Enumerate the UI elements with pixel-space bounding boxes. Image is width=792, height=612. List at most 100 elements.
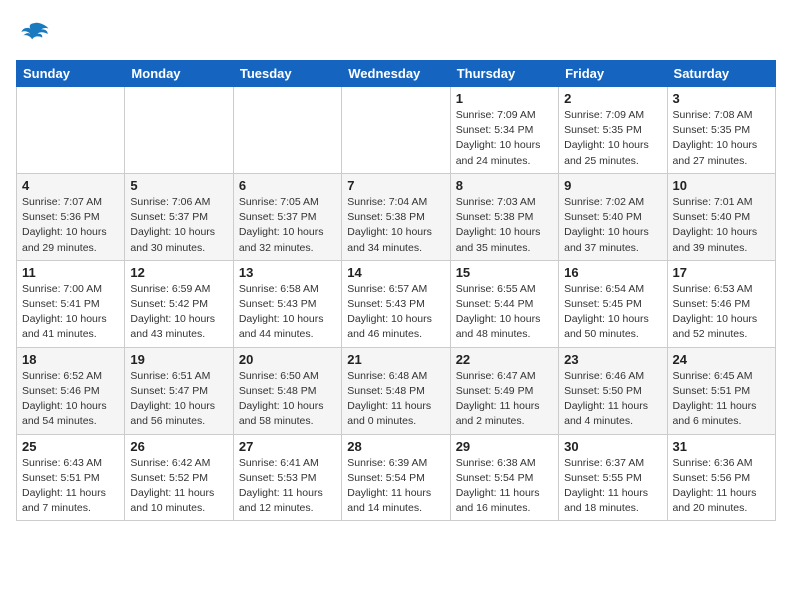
day-number: 1 <box>456 91 553 106</box>
calendar-cell: 23 Sunrise: 6:46 AM Sunset: 5:50 PM Dayli… <box>559 347 667 434</box>
calendar-cell: 15Sunrise: 6:55 AM Sunset: 5:44 PM Dayli… <box>450 260 558 347</box>
day-info: Sunrise: 6:51 AM Sunset: 5:47 PM Dayligh… <box>130 369 227 430</box>
calendar-cell: 6 Sunrise: 7:05 AM Sunset: 5:37 PM Daylig… <box>233 173 341 260</box>
day-number: 25 <box>22 439 119 454</box>
day-info: Sunrise: 7:02 AM Sunset: 5:40 PM Dayligh… <box>564 195 661 256</box>
day-number: 8 <box>456 178 553 193</box>
day-number: 6 <box>239 178 336 193</box>
day-number: 9 <box>564 178 661 193</box>
calendar-cell: 22 Sunrise: 6:47 AM Sunset: 5:49 PM Dayli… <box>450 347 558 434</box>
day-number: 23 <box>564 352 661 367</box>
calendar-week-row: 1 Sunrise: 7:09 AM Sunset: 5:34 PM Daylig… <box>17 87 776 174</box>
day-info: Sunrise: 6:53 AM Sunset: 5:46 PM Dayligh… <box>673 282 770 343</box>
day-number: 31 <box>673 439 770 454</box>
day-info: Sunrise: 6:38 AM Sunset: 5:54 PM Dayligh… <box>456 456 553 517</box>
day-number: 12 <box>130 265 227 280</box>
day-info: Sunrise: 6:43 AM Sunset: 5:51 PM Dayligh… <box>22 456 119 517</box>
day-info: Sunrise: 7:01 AM Sunset: 5:40 PM Dayligh… <box>673 195 770 256</box>
day-info: Sunrise: 6:46 AM Sunset: 5:50 PM Dayligh… <box>564 369 661 430</box>
weekday-header-row: SundayMondayTuesdayWednesdayThursdayFrid… <box>17 61 776 87</box>
calendar-cell: 19 Sunrise: 6:51 AM Sunset: 5:47 PM Dayli… <box>125 347 233 434</box>
day-info: Sunrise: 6:39 AM Sunset: 5:54 PM Dayligh… <box>347 456 444 517</box>
calendar-cell: 5Sunrise: 7:06 AM Sunset: 5:37 PM Daylig… <box>125 173 233 260</box>
weekday-header-thursday: Thursday <box>450 61 558 87</box>
calendar-week-row: 4Sunrise: 7:07 AM Sunset: 5:36 PM Daylig… <box>17 173 776 260</box>
day-info: Sunrise: 7:05 AM Sunset: 5:37 PM Dayligh… <box>239 195 336 256</box>
calendar-cell: 24 Sunrise: 6:45 AM Sunset: 5:51 PM Dayli… <box>667 347 775 434</box>
day-info: Sunrise: 6:57 AM Sunset: 5:43 PM Dayligh… <box>347 282 444 343</box>
day-info: Sunrise: 6:41 AM Sunset: 5:53 PM Dayligh… <box>239 456 336 517</box>
calendar-cell: 20 Sunrise: 6:50 AM Sunset: 5:48 PM Dayli… <box>233 347 341 434</box>
logo-bird-icon <box>16 16 52 52</box>
day-info: Sunrise: 7:03 AM Sunset: 5:38 PM Dayligh… <box>456 195 553 256</box>
page-header <box>16 16 776 52</box>
day-info: Sunrise: 6:42 AM Sunset: 5:52 PM Dayligh… <box>130 456 227 517</box>
calendar-cell: 13 Sunrise: 6:58 AM Sunset: 5:43 PM Dayli… <box>233 260 341 347</box>
day-info: Sunrise: 7:07 AM Sunset: 5:36 PM Dayligh… <box>22 195 119 256</box>
calendar-cell: 14 Sunrise: 6:57 AM Sunset: 5:43 PM Dayli… <box>342 260 450 347</box>
calendar-cell: 11 Sunrise: 7:00 AM Sunset: 5:41 PM Dayli… <box>17 260 125 347</box>
day-info: Sunrise: 6:59 AM Sunset: 5:42 PM Dayligh… <box>130 282 227 343</box>
calendar-cell: 27 Sunrise: 6:41 AM Sunset: 5:53 PM Dayli… <box>233 434 341 521</box>
day-number: 5 <box>130 178 227 193</box>
weekday-header-friday: Friday <box>559 61 667 87</box>
day-number: 17 <box>673 265 770 280</box>
calendar-cell: 8 Sunrise: 7:03 AM Sunset: 5:38 PM Daylig… <box>450 173 558 260</box>
day-number: 24 <box>673 352 770 367</box>
day-number: 13 <box>239 265 336 280</box>
day-info: Sunrise: 7:04 AM Sunset: 5:38 PM Dayligh… <box>347 195 444 256</box>
day-info: Sunrise: 7:09 AM Sunset: 5:35 PM Dayligh… <box>564 108 661 169</box>
calendar-cell: 31 Sunrise: 6:36 AM Sunset: 5:56 PM Dayli… <box>667 434 775 521</box>
day-number: 22 <box>456 352 553 367</box>
calendar-cell: 21Sunrise: 6:48 AM Sunset: 5:48 PM Dayli… <box>342 347 450 434</box>
day-number: 26 <box>130 439 227 454</box>
weekday-header-tuesday: Tuesday <box>233 61 341 87</box>
day-number: 19 <box>130 352 227 367</box>
calendar-cell: 16Sunrise: 6:54 AM Sunset: 5:45 PM Dayli… <box>559 260 667 347</box>
day-number: 30 <box>564 439 661 454</box>
calendar-cell: 7 Sunrise: 7:04 AM Sunset: 5:38 PM Daylig… <box>342 173 450 260</box>
day-info: Sunrise: 6:36 AM Sunset: 5:56 PM Dayligh… <box>673 456 770 517</box>
day-number: 10 <box>673 178 770 193</box>
calendar-cell: 9 Sunrise: 7:02 AM Sunset: 5:40 PM Daylig… <box>559 173 667 260</box>
weekday-header-sunday: Sunday <box>17 61 125 87</box>
day-info: Sunrise: 7:08 AM Sunset: 5:35 PM Dayligh… <box>673 108 770 169</box>
day-info: Sunrise: 6:55 AM Sunset: 5:44 PM Dayligh… <box>456 282 553 343</box>
calendar-cell: 2Sunrise: 7:09 AM Sunset: 5:35 PM Daylig… <box>559 87 667 174</box>
calendar-cell: 25 Sunrise: 6:43 AM Sunset: 5:51 PM Dayli… <box>17 434 125 521</box>
calendar-cell: 28 Sunrise: 6:39 AM Sunset: 5:54 PM Dayli… <box>342 434 450 521</box>
day-info: Sunrise: 6:52 AM Sunset: 5:46 PM Dayligh… <box>22 369 119 430</box>
weekday-header-monday: Monday <box>125 61 233 87</box>
calendar-cell: 4Sunrise: 7:07 AM Sunset: 5:36 PM Daylig… <box>17 173 125 260</box>
day-number: 18 <box>22 352 119 367</box>
day-number: 3 <box>673 91 770 106</box>
weekday-header-wednesday: Wednesday <box>342 61 450 87</box>
calendar-cell: 3 Sunrise: 7:08 AM Sunset: 5:35 PM Daylig… <box>667 87 775 174</box>
day-number: 21 <box>347 352 444 367</box>
day-number: 28 <box>347 439 444 454</box>
calendar-week-row: 25 Sunrise: 6:43 AM Sunset: 5:51 PM Dayli… <box>17 434 776 521</box>
day-number: 14 <box>347 265 444 280</box>
day-info: Sunrise: 6:45 AM Sunset: 5:51 PM Dayligh… <box>673 369 770 430</box>
day-info: Sunrise: 7:00 AM Sunset: 5:41 PM Dayligh… <box>22 282 119 343</box>
calendar-week-row: 11 Sunrise: 7:00 AM Sunset: 5:41 PM Dayli… <box>17 260 776 347</box>
day-number: 11 <box>22 265 119 280</box>
day-info: Sunrise: 6:47 AM Sunset: 5:49 PM Dayligh… <box>456 369 553 430</box>
day-number: 20 <box>239 352 336 367</box>
logo <box>16 16 56 52</box>
calendar-cell <box>342 87 450 174</box>
calendar-table: SundayMondayTuesdayWednesdayThursdayFrid… <box>16 60 776 521</box>
day-info: Sunrise: 6:37 AM Sunset: 5:55 PM Dayligh… <box>564 456 661 517</box>
calendar-week-row: 18 Sunrise: 6:52 AM Sunset: 5:46 PM Dayli… <box>17 347 776 434</box>
calendar-cell: 29Sunrise: 6:38 AM Sunset: 5:54 PM Dayli… <box>450 434 558 521</box>
day-number: 27 <box>239 439 336 454</box>
calendar-cell <box>17 87 125 174</box>
calendar-cell <box>233 87 341 174</box>
day-info: Sunrise: 7:09 AM Sunset: 5:34 PM Dayligh… <box>456 108 553 169</box>
day-number: 7 <box>347 178 444 193</box>
calendar-cell: 10 Sunrise: 7:01 AM Sunset: 5:40 PM Dayli… <box>667 173 775 260</box>
day-info: Sunrise: 6:54 AM Sunset: 5:45 PM Dayligh… <box>564 282 661 343</box>
calendar-cell: 30 Sunrise: 6:37 AM Sunset: 5:55 PM Dayli… <box>559 434 667 521</box>
day-info: Sunrise: 6:58 AM Sunset: 5:43 PM Dayligh… <box>239 282 336 343</box>
day-info: Sunrise: 6:50 AM Sunset: 5:48 PM Dayligh… <box>239 369 336 430</box>
